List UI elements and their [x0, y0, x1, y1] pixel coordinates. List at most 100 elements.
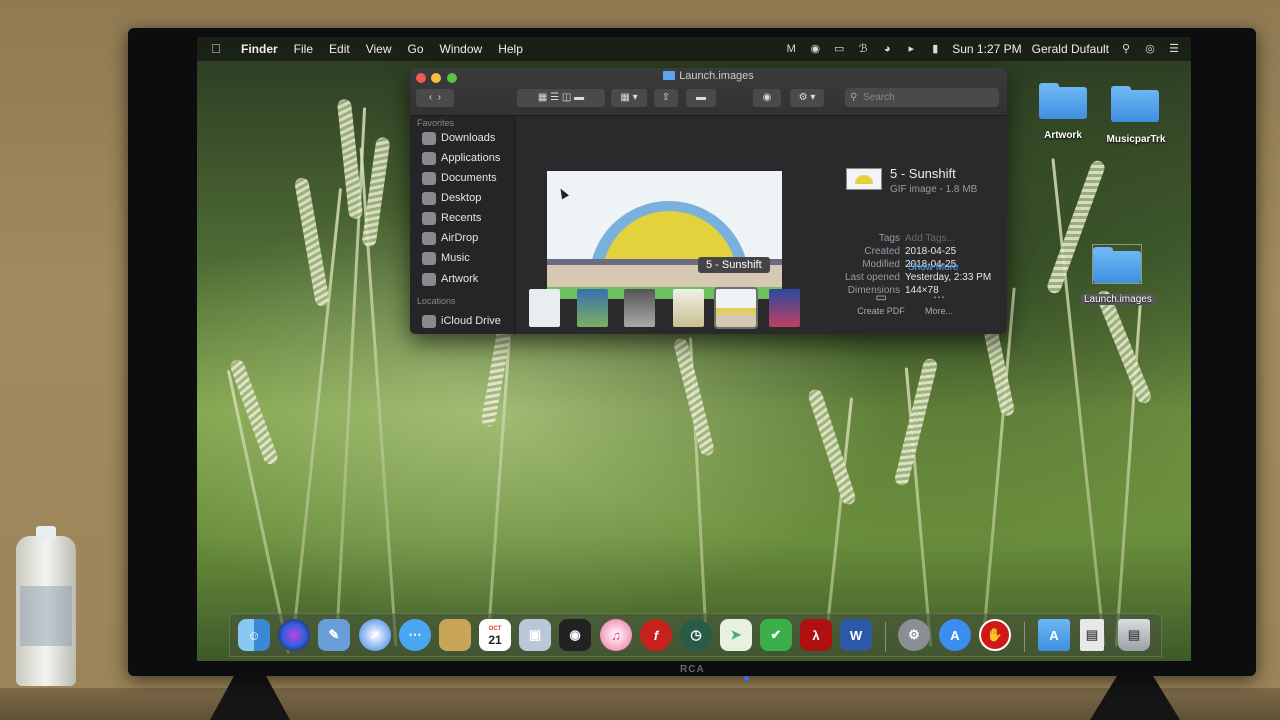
menu-go[interactable]: Go — [400, 42, 432, 56]
dvd-player-icon[interactable]: ◉ — [559, 619, 591, 651]
location-icon[interactable]: ◉ — [808, 43, 822, 55]
launch-images-folder-label[interactable]: Launch.images — [1081, 294, 1155, 305]
search-icon: ⚲ — [850, 92, 858, 103]
tv-stand-right — [1090, 676, 1180, 720]
cloud-icon — [422, 314, 436, 328]
tags-input[interactable]: Add Tags... — [905, 233, 955, 244]
created-value: 2018-04-25 — [905, 246, 957, 257]
menu-app-name[interactable]: Finder — [233, 42, 286, 56]
view-mode-buttons[interactable]: ▦ ☰ ◫ ▬ — [517, 89, 605, 107]
battery-icon[interactable]: ▮ — [928, 43, 942, 55]
recents-icon — [422, 211, 436, 225]
sidebar-item-applications[interactable]: Applications — [422, 149, 500, 167]
applications-icon — [422, 151, 436, 165]
tv-stand-left — [210, 676, 290, 720]
airdrop-icon — [422, 231, 436, 245]
finder-toolbar: Launch.images ‹ › ▦ ☰ ◫ ▬ ▦ ▾ ⇧ ▬ ◉ ⚙ ▾ … — [410, 68, 1007, 116]
time-machine-icon[interactable]: ◷ — [680, 619, 712, 651]
thumbnail-6[interactable] — [769, 289, 800, 327]
siri-icon[interactable]: ◎ — [1143, 43, 1157, 55]
menu-window[interactable]: Window — [432, 42, 491, 56]
search-icon[interactable]: ⚲ — [1119, 43, 1133, 55]
flash-icon[interactable]: f — [640, 619, 672, 651]
finder-icon[interactable]: ☺ — [238, 619, 270, 651]
calendar-icon[interactable]: OCT 21 — [479, 619, 511, 651]
image-capture-icon[interactable]: ▣ — [519, 619, 551, 651]
bluetooth-icon[interactable]: ℬ — [856, 43, 870, 55]
acrobat-icon[interactable]: λ — [800, 619, 832, 651]
search-input[interactable]: ⚲ Search — [845, 88, 999, 107]
tags-label: Tags — [878, 233, 900, 244]
documents-icon — [422, 171, 436, 185]
artwork-folder-label[interactable]: Artwork — [1032, 130, 1094, 141]
favorites-heading: Favorites — [417, 118, 455, 128]
thumbnail-1[interactable] — [529, 289, 560, 327]
menu-view[interactable]: View — [358, 42, 400, 56]
sidebar-item-music[interactable]: Music — [422, 249, 470, 267]
show-more-link[interactable]: Show More — [908, 262, 959, 273]
siri-icon[interactable] — [278, 619, 310, 651]
stop-icon[interactable]: ✋ — [979, 619, 1011, 651]
create-pdf-button[interactable]: ▭ Create PDF — [852, 290, 910, 316]
menu-help[interactable]: Help — [490, 42, 531, 56]
thumbnail-3[interactable] — [624, 289, 655, 327]
system-preferences-icon[interactable]: ⚙ — [898, 619, 930, 651]
sidebar-item-artwork[interactable]: Artwork — [422, 270, 478, 288]
thumbnail-4[interactable] — [673, 289, 704, 327]
airplay-icon[interactable]: ▭ — [832, 43, 846, 55]
tv-power-led — [744, 676, 749, 681]
notes-icon[interactable] — [439, 619, 471, 651]
wifi-icon[interactable]: ◕ — [880, 43, 894, 55]
sidebar-item-downloads[interactable]: Downloads — [422, 129, 495, 147]
music-icon — [422, 251, 436, 265]
file-kind-size: GIF image - 1.8 MB — [890, 184, 978, 195]
maps-icon[interactable]: ➤ — [720, 619, 752, 651]
sidebar-item-documents[interactable]: Documents — [422, 169, 497, 187]
preview-icon[interactable]: ✎ — [318, 619, 350, 651]
quick-look-eye-icon[interactable]: ◉ — [753, 89, 781, 107]
group-by-button[interactable]: ▦ ▾ — [611, 89, 647, 107]
itunes-icon[interactable]: ♫ — [600, 619, 632, 651]
safari-icon[interactable]: ➚ — [359, 619, 391, 651]
word-icon[interactable]: W — [840, 619, 872, 651]
menu-file[interactable]: File — [286, 42, 321, 56]
menu-edit[interactable]: Edit — [321, 42, 358, 56]
adguard-icon[interactable]: ✔ — [760, 619, 792, 651]
dock-separator — [885, 622, 886, 652]
volume-icon[interactable]: ▸ — [904, 43, 918, 55]
musicpartrk-folder-icon[interactable] — [1111, 84, 1159, 122]
locations-heading: Locations — [417, 296, 456, 306]
trash-icon[interactable]: ▤ — [1118, 619, 1150, 651]
sidebar-item-airdrop[interactable]: AirDrop — [422, 229, 478, 247]
back-forward-buttons[interactable]: ‹ › — [416, 89, 454, 107]
menu-clock[interactable]: Sun 1:27 PM — [952, 42, 1021, 56]
more-button[interactable]: ⋯ More... — [918, 290, 960, 316]
notification-center-icon[interactable]: ☰ — [1167, 43, 1181, 55]
window-title: Launch.images — [410, 70, 1007, 82]
sidebar-item-recents[interactable]: Recents — [422, 209, 481, 227]
sidebar-item-icloud-drive[interactable]: iCloud Drive — [422, 312, 501, 330]
tv-brand: RCA — [680, 664, 705, 675]
documents-stack-icon[interactable]: ▤ — [1080, 619, 1104, 651]
folder-icon — [663, 71, 676, 80]
app-store-icon[interactable]: A — [939, 619, 971, 651]
tag-icon[interactable]: ▬ — [686, 89, 716, 107]
thumbnail-2[interactable] — [577, 289, 608, 327]
launch-images-folder-icon[interactable] — [1092, 244, 1142, 284]
thumbnail-5-selected[interactable] — [714, 287, 758, 329]
apple-menu-icon[interactable]:  — [209, 42, 223, 56]
pdf-icon: ▭ — [875, 290, 887, 304]
water-bottle — [16, 526, 76, 686]
sidebar-item-desktop[interactable]: Desktop — [422, 189, 481, 207]
artwork-folder-icon[interactable] — [1039, 81, 1087, 119]
applications-folder-icon[interactable]: A — [1038, 619, 1070, 651]
musicpartrk-folder-label[interactable]: MusicparTrk — [1097, 134, 1175, 145]
menu-user[interactable]: Gerald Dufault — [1032, 42, 1109, 56]
share-icon[interactable]: ⇧ — [654, 89, 678, 107]
menu-extras: M ◉ ▭ ℬ ◕ ▸ ▮ Sun 1:27 PM Gerald Dufault… — [784, 42, 1191, 56]
modified-label: Modified — [862, 259, 900, 270]
malwarebytes-icon[interactable]: M — [784, 43, 798, 55]
action-gear-icon[interactable]: ⚙ ▾ — [790, 89, 824, 107]
gallery-preview-image[interactable] — [547, 171, 782, 299]
messages-icon[interactable]: ⋯ — [399, 619, 431, 651]
